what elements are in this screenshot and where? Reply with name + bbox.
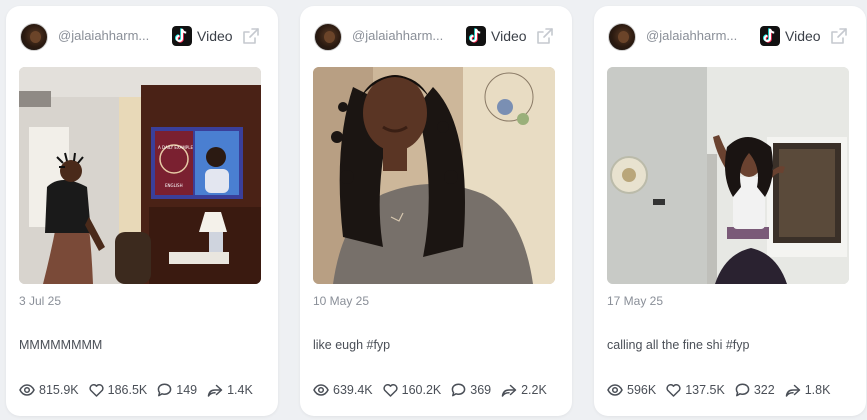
eye-icon [19,384,35,396]
share-icon [207,384,223,397]
external-link-icon[interactable] [242,27,260,45]
shares-count: 1.8K [804,383,831,397]
content-type-label: Video [785,28,821,44]
comments-stat: 149 [157,383,197,397]
comment-icon [451,383,466,397]
eye-icon [607,384,623,396]
post-date: 3 Jul 25 [19,294,62,308]
likes-count: 137.5K [685,383,725,397]
username[interactable]: @jalaiahharm... [58,28,162,43]
comments-count: 149 [176,383,198,397]
eye-icon [313,384,329,396]
video-card[interactable]: @jalaiahharm... Video [300,6,572,416]
comments-stat: 322 [735,383,775,397]
username[interactable]: @jalaiahharm... [352,28,456,43]
tiktok-icon [466,26,486,46]
likes-count: 160.2K [401,383,442,397]
comment-icon [735,383,750,397]
shares-count: 2.2K [521,383,547,397]
shares-stat: 2.2K [501,383,547,397]
comments-count: 369 [470,383,492,397]
video-card[interactable]: @jalaiahharm... Video [6,6,278,416]
card-header: @jalaiahharm... Video [300,6,572,66]
tiktok-icon [760,26,780,46]
views-stat: 596K [607,383,656,397]
stats-row: 596K 137.5K 322 1.8K [607,382,840,398]
content-type-label: Video [491,28,527,44]
avatar[interactable] [20,23,48,51]
avatar[interactable] [314,23,342,51]
username[interactable]: @jalaiahharm... [646,28,750,43]
post-caption: calling all the fine shi #fyp [607,338,750,352]
shares-stat: 1.8K [785,383,831,397]
post-caption: MMMMMMMM [19,338,103,352]
external-link-icon[interactable] [830,27,848,45]
stats-row: 815.9K 186.5K 149 1.4K [19,382,263,398]
tv-text-line2: ENGLISH [165,183,183,188]
comments-count: 322 [753,383,775,397]
video-thumbnail[interactable] [313,67,555,284]
content-type-label: Video [197,28,233,44]
views-count: 596K [627,383,657,397]
likes-stat: 186.5K [89,383,148,397]
video-thumbnail[interactable] [607,67,849,284]
views-stat: 815.9K [19,383,79,397]
likes-count: 186.5K [107,383,148,397]
likes-stat: 137.5K [666,383,725,397]
post-caption: like eugh #fyp [313,338,391,352]
video-thumbnail[interactable]: A DAILY EXAMPLE ENGLISH [19,67,261,284]
share-icon [501,384,517,397]
comment-icon [157,383,172,397]
video-card[interactable]: @jalaiahharm... Video [594,6,866,416]
card-header: @jalaiahharm... Video [6,6,278,66]
tv-text-line1: A DAILY EXAMPLE [158,145,193,150]
external-link-icon[interactable] [536,27,554,45]
views-count: 639.4K [333,383,373,397]
stats-row: 639.4K 160.2K 369 2.2K [313,382,557,398]
shares-stat: 1.4K [207,383,253,397]
heart-icon [383,383,398,397]
avatar[interactable] [608,23,636,51]
views-stat: 639.4K [313,383,373,397]
tiktok-icon [172,26,192,46]
shares-count: 1.4K [227,383,253,397]
card-header: @jalaiahharm... Video [594,6,866,66]
views-count: 815.9K [39,383,79,397]
likes-stat: 160.2K [383,383,442,397]
post-date: 17 May 25 [607,294,664,308]
comments-stat: 369 [451,383,491,397]
heart-icon [666,383,681,397]
heart-icon [89,383,104,397]
post-date: 10 May 25 [313,294,370,308]
share-icon [785,384,800,397]
